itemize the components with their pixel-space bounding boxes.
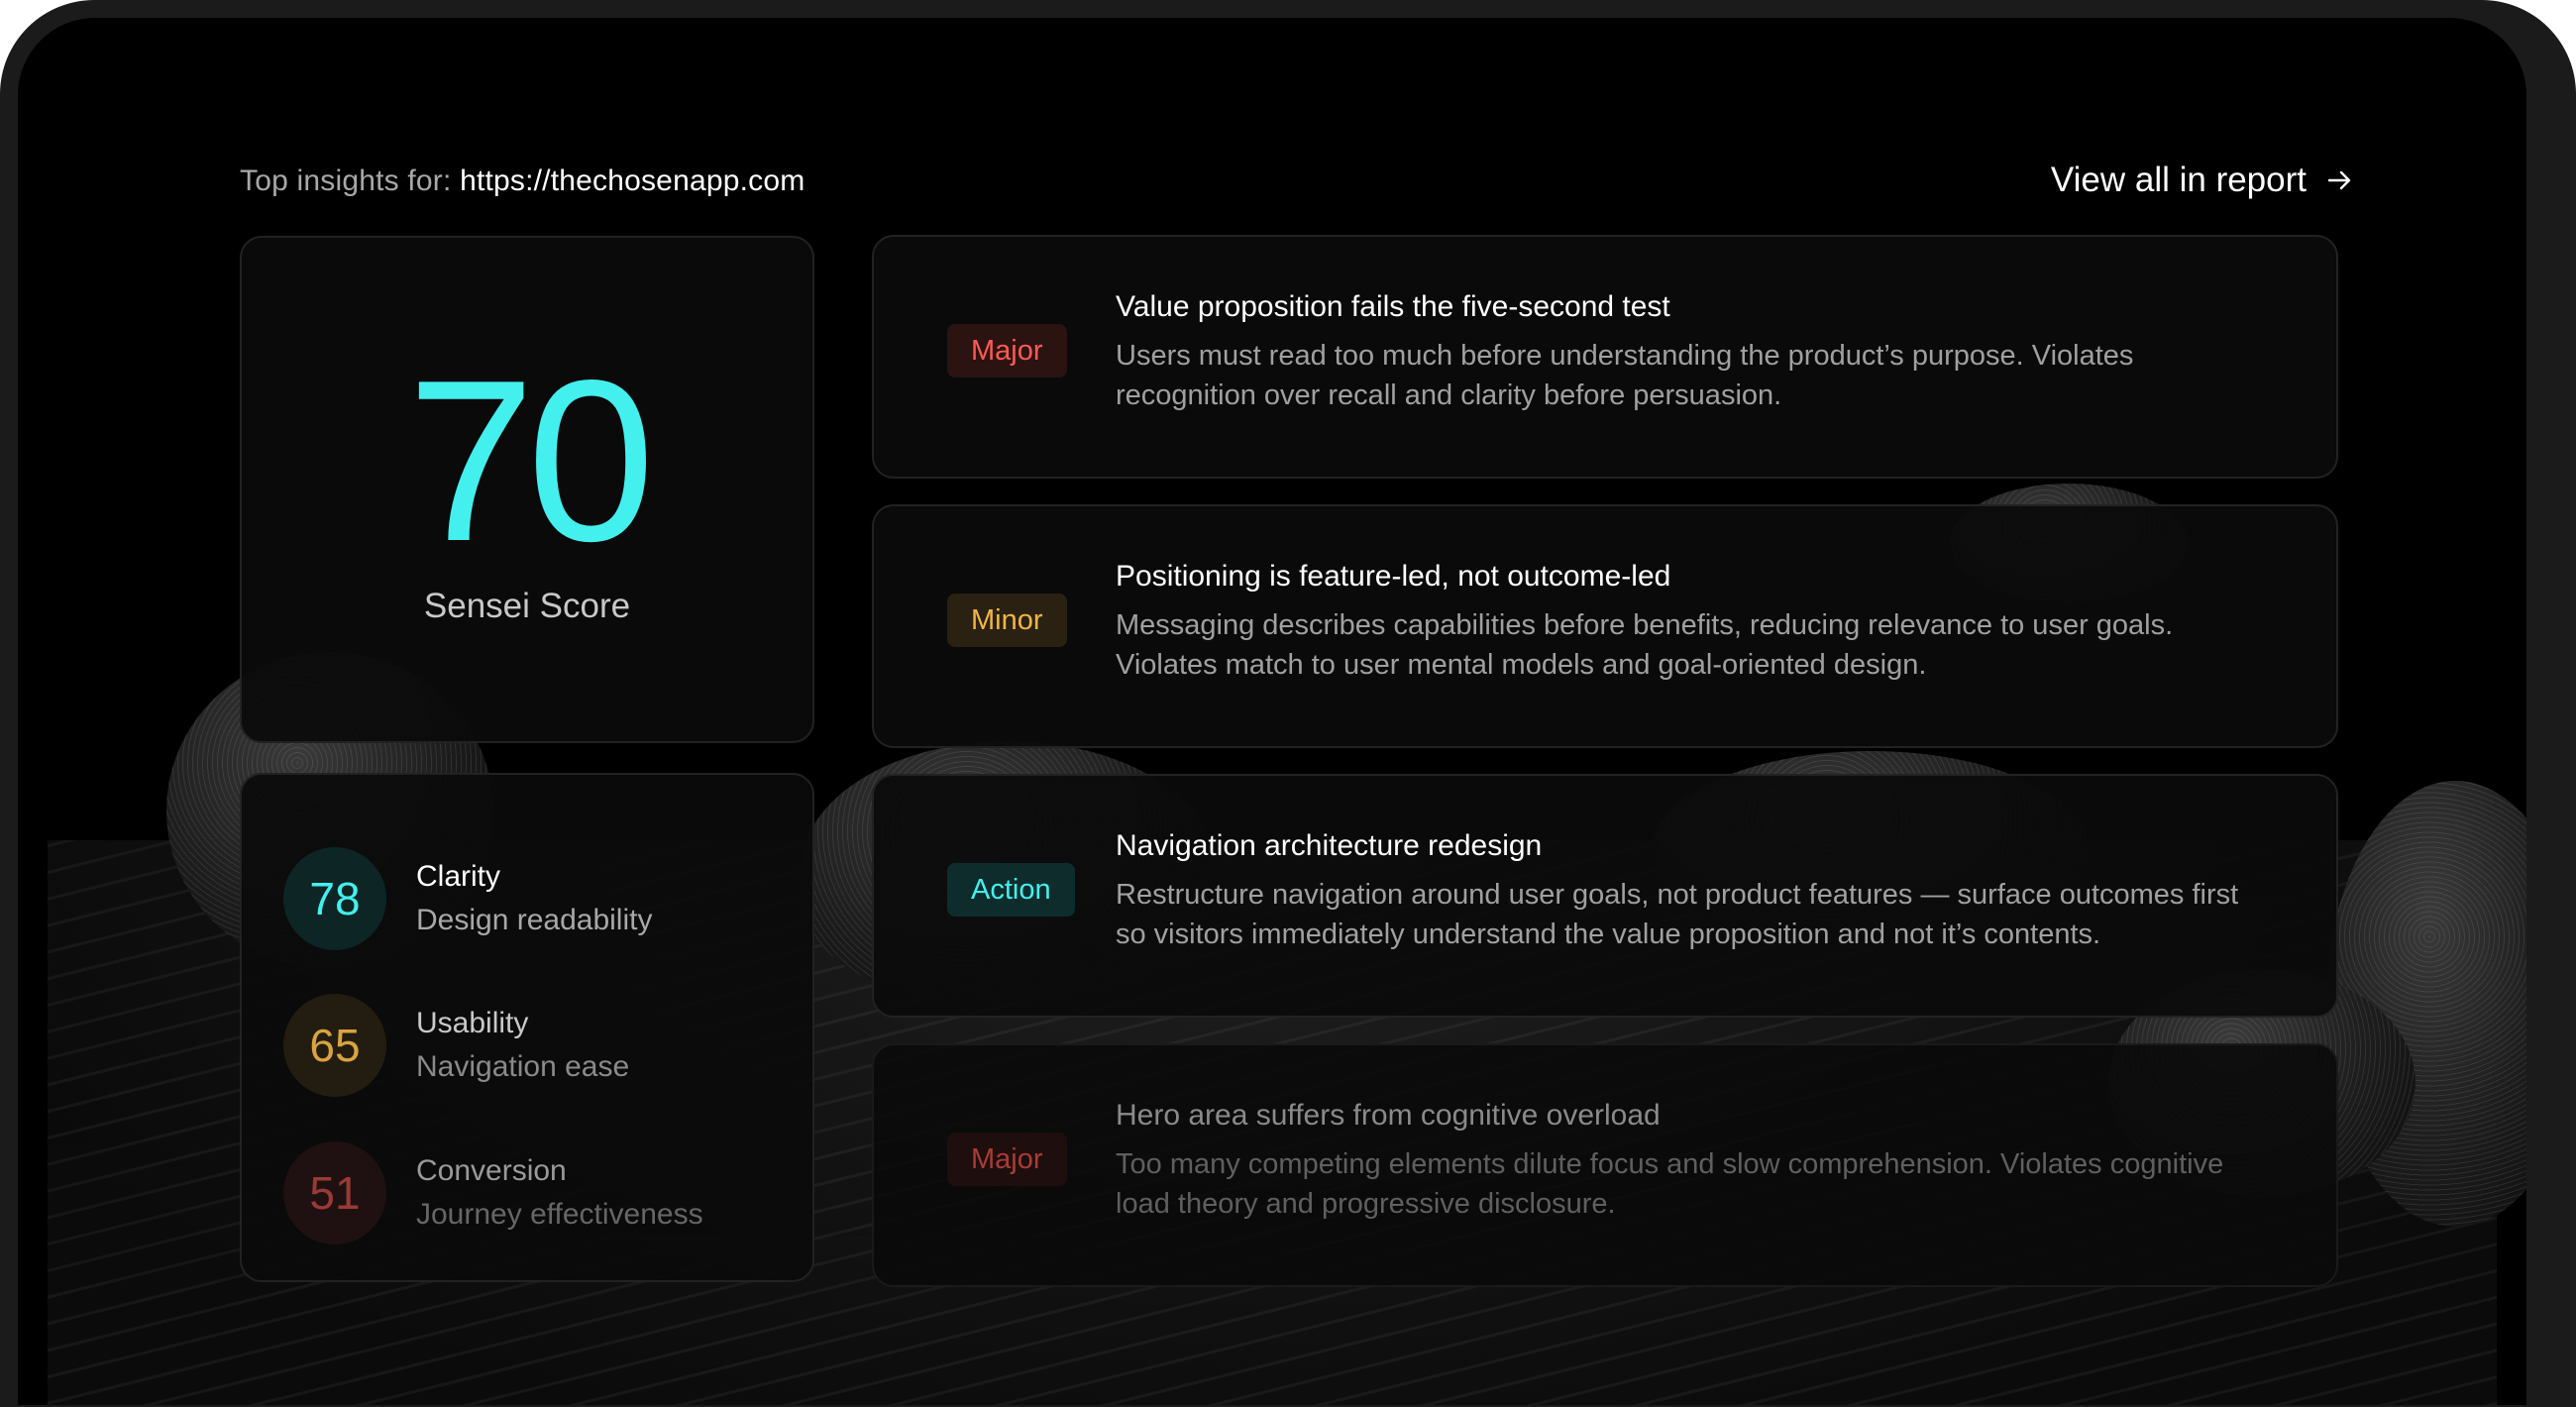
screen: Top insights for: https://thechosenapp.c… — [18, 18, 2526, 1405]
insights-panel: Top insights for: https://thechosenapp.c… — [18, 18, 2526, 1405]
metric-title: Usability — [416, 1007, 529, 1039]
insight-title: Hero area suffers from cognitive overloa… — [1116, 1099, 1661, 1132]
metric-subtitle: Navigation ease — [416, 1050, 630, 1083]
sensei-score-label: Sensei Score — [423, 587, 631, 625]
metric-score-circle: 65 — [283, 994, 386, 1097]
sensei-score-value: 70 — [406, 333, 655, 590]
insights-header: Top insights for: https://thechosenapp.c… — [240, 164, 805, 198]
severity-badge-minor: Minor — [947, 594, 1067, 647]
insight-description: Restructure navigation around user goals… — [1116, 879, 2239, 950]
metric-title: Conversion — [416, 1154, 567, 1187]
insight-description: Users must read too much before understa… — [1116, 340, 2134, 411]
metrics-card: 78 Clarity Design readability 65 Usabili… — [240, 773, 814, 1282]
severity-badge-action: Action — [947, 863, 1075, 917]
insight-title: Value proposition fails the five-second … — [1116, 290, 1670, 323]
metric-clarity: 78 Clarity Design readability — [283, 847, 652, 950]
metric-conversion: 51 Conversion Journey effectiveness — [283, 1141, 703, 1245]
metric-score-circle: 78 — [283, 847, 386, 950]
insight-card[interactable]: Minor Positioning is feature-led, not ou… — [872, 504, 2338, 748]
insight-description: Too many competing elements dilute focus… — [1116, 1148, 2224, 1220]
site-url: https://thechosenapp.com — [460, 164, 805, 197]
view-all-in-report-link[interactable]: View all in report — [2051, 161, 2352, 200]
insight-card[interactable]: Major Hero area suffers from cognitive o… — [872, 1043, 2338, 1287]
insight-card[interactable]: Action Navigation architecture redesign … — [872, 774, 2338, 1018]
view-all-label: View all in report — [2050, 161, 2307, 199]
severity-badge-major: Major — [947, 324, 1067, 378]
insight-description: Messaging describes capabilities before … — [1116, 609, 2174, 681]
metric-subtitle: Design readability — [416, 904, 653, 936]
insight-title: Navigation architecture redesign — [1116, 829, 1543, 862]
metric-subtitle: Journey effectiveness — [416, 1198, 703, 1231]
header-prefix: Top insights for: — [240, 164, 452, 197]
metric-score-circle: 51 — [283, 1141, 386, 1245]
device-frame: Top insights for: https://thechosenapp.c… — [0, 0, 2576, 1407]
arrow-right-icon — [2328, 170, 2352, 190]
sensei-score-card: 70 Sensei Score — [240, 236, 814, 743]
insight-title: Positioning is feature-led, not outcome-… — [1116, 560, 1671, 593]
insight-card[interactable]: Major Value proposition fails the five-s… — [872, 235, 2338, 479]
severity-badge-major: Major — [947, 1133, 1067, 1186]
metric-usability: 65 Usability Navigation ease — [283, 994, 629, 1097]
metric-title: Clarity — [416, 860, 501, 893]
